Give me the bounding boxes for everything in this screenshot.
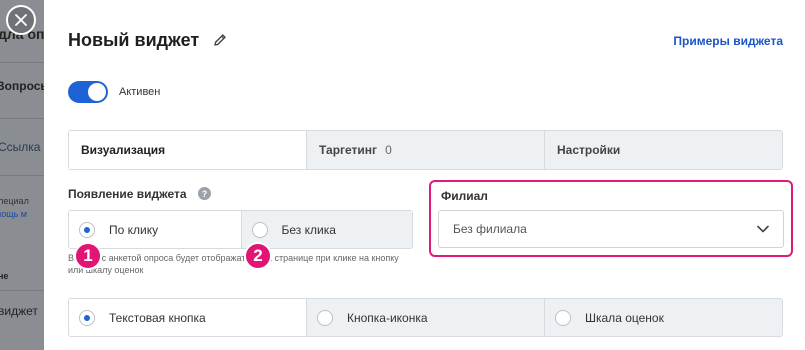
divider [0,175,44,176]
radio-button[interactable] [79,309,95,326]
appearance-hint: Виджет с анкетой опроса будет отображать… [68,253,399,275]
background-page: дла опр Вопросы Ссылка специал омощь м н… [0,0,44,350]
option-label: Шкала оценок [585,310,664,325]
tab-label: Настройки [557,143,621,157]
chevron-down-icon [757,225,769,233]
widget-examples-link[interactable]: Примеры виджета [673,34,783,48]
option-label: Текстовая кнопка [109,310,206,325]
divider [0,62,44,63]
bg-text: Ссылка [0,140,41,154]
bg-text: не [0,271,9,281]
tab-label: Визуализация [81,143,166,157]
tab-count: 0 [385,143,392,157]
option-label: Без клика [281,222,336,237]
option-label: Кнопка-иконка [347,310,428,325]
option-text-button[interactable]: Текстовая кнопка [69,299,306,336]
branch-highlight: Филиал Без филиала [429,180,793,257]
radio-selected-dot [84,314,90,321]
radio-selected-dot [84,226,90,233]
option-icon-button[interactable]: Кнопка-иконка [306,299,544,336]
annotation-badge-1: 1 [74,242,102,270]
bg-text: Вопросы [0,79,44,93]
widget-tabs: Визуализация Таргетинг 0 Настройки [68,130,783,170]
tab-settings[interactable]: Настройки [544,131,782,169]
option-rating-scale[interactable]: Шкала оценок [544,299,782,336]
option-without-click[interactable]: Без клика [240,211,412,248]
toggle-knob [88,83,106,101]
tab-visualization[interactable]: Визуализация [69,131,306,169]
tab-label: Таргетинг [319,143,378,157]
annotation-badge-2: 2 [244,242,272,270]
appearance-radio-group: По клику Без клика [68,210,413,249]
close-button[interactable] [6,5,36,35]
new-widget-modal: Новый виджет Примеры виджета Активен Виз… [44,0,805,350]
radio-button[interactable] [317,309,333,326]
tab-targeting[interactable]: Таргетинг 0 [306,131,544,169]
appearance-label: Появление виджета [68,187,187,201]
bg-text: специал [0,196,29,206]
divider [0,118,44,119]
close-icon [15,14,27,26]
bg-text: виджет [0,304,38,318]
pencil-icon[interactable] [212,32,228,48]
divider [0,290,44,291]
branch-label: Филиал [441,189,488,203]
radio-button[interactable] [79,221,95,238]
branch-select[interactable]: Без филиала [438,210,784,248]
branch-select-value: Без филиала [453,222,527,236]
bg-text: омощь м [0,209,27,219]
active-toggle-label: Активен [119,86,161,98]
button-type-radio-group: Текстовая кнопка Кнопка-иконка Шкала оце… [68,298,783,337]
help-icon[interactable]: ? [198,187,211,200]
active-toggle[interactable] [68,81,108,103]
radio-button[interactable] [555,309,571,326]
option-label: По клику [109,222,159,237]
radio-button[interactable] [251,221,268,238]
modal-title: Новый виджет [68,30,200,50]
option-on-click[interactable]: По клику [69,211,241,248]
